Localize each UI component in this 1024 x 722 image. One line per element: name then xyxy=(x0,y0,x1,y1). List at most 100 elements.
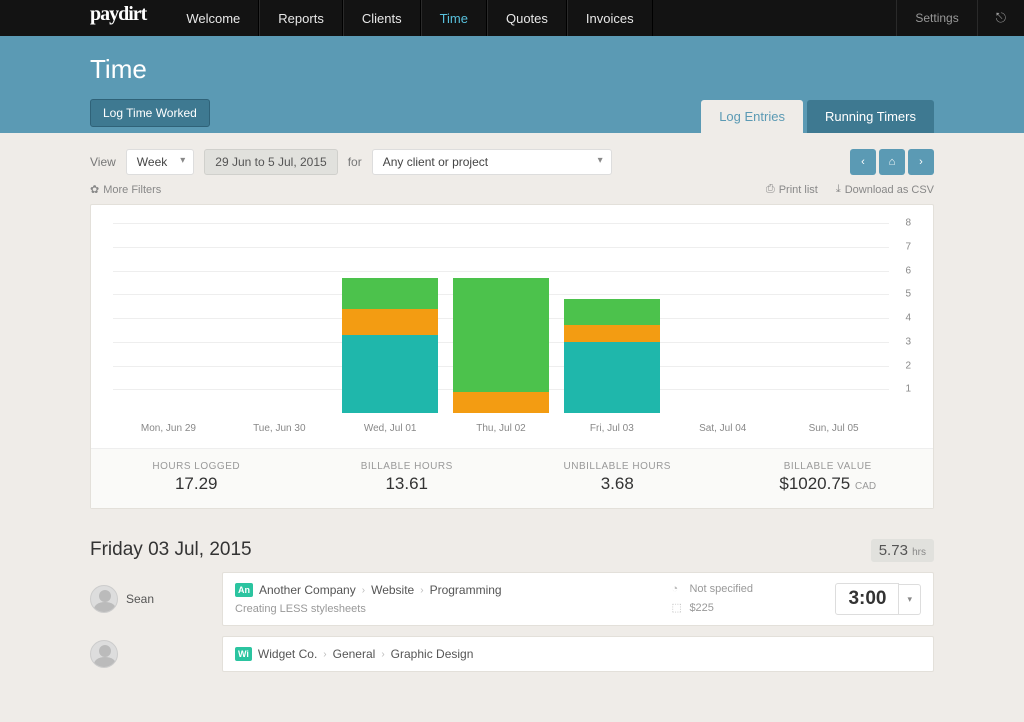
chevron-right-icon: › xyxy=(323,649,326,660)
day-total: 5.73 hrs xyxy=(871,539,934,562)
stat-label: UNBILLABLE HOURS xyxy=(512,461,723,472)
more-filters-link[interactable]: ✿More Filters xyxy=(90,183,161,196)
logout-icon[interactable]: ⎋ xyxy=(977,0,1024,36)
client-badge: Wi xyxy=(235,647,252,661)
bar-col xyxy=(224,223,335,413)
x-axis: Mon, Jun 29Tue, Jun 30Wed, Jul 01Thu, Ju… xyxy=(113,417,889,448)
stat-value: $1020.75 CAD xyxy=(723,474,934,494)
bar-segment-teal xyxy=(342,335,437,413)
day-title: Friday 03 Jul, 2015 xyxy=(90,539,252,561)
download-csv-link[interactable]: ⤓Download as CSV xyxy=(836,183,934,196)
prev-button[interactable]: ‹ xyxy=(850,149,876,175)
logo: paydirt xyxy=(0,0,168,36)
y-tick: 6 xyxy=(905,265,911,276)
nav-clients[interactable]: Clients xyxy=(343,0,421,36)
entry-description: Creating LESS stylesheets xyxy=(235,603,657,615)
stat-value: 13.61 xyxy=(302,474,513,494)
breadcrumb-part[interactable]: Graphic Design xyxy=(391,647,474,661)
bar-col xyxy=(335,223,446,413)
client-select[interactable]: Any client or project xyxy=(372,149,612,175)
stat-value: 3.68 xyxy=(512,474,723,494)
clock-icon: ◔ xyxy=(671,583,683,595)
breadcrumb-part[interactable]: Widget Co. xyxy=(258,647,317,661)
top-nav: paydirt WelcomeReportsClientsTimeQuotesI… xyxy=(0,0,1024,36)
entry-duration[interactable]: 3:00 xyxy=(835,583,899,615)
for-label: for xyxy=(348,155,362,169)
chart-card: 12345678 Mon, Jun 29Tue, Jun 30Wed, Jul … xyxy=(90,204,934,509)
nav-settings[interactable]: Settings xyxy=(896,0,976,36)
breadcrumb-part[interactable]: General xyxy=(333,647,376,661)
bar-col xyxy=(446,223,557,413)
avatar xyxy=(90,585,118,613)
stat-label: BILLABLE HOURS xyxy=(302,461,513,472)
user-name: Sean xyxy=(126,592,154,606)
y-tick: 4 xyxy=(905,313,911,324)
bar-segment-orange xyxy=(453,392,548,413)
nav-welcome[interactable]: Welcome xyxy=(168,0,259,36)
tabs: Log Entries Running Timers xyxy=(701,100,934,133)
nav-time[interactable]: Time xyxy=(421,0,487,36)
hours-chart: 12345678 xyxy=(113,223,911,413)
breadcrumb-part[interactable]: Website xyxy=(371,583,414,597)
bar-segment-green xyxy=(564,299,659,325)
stat: BILLABLE VALUE $1020.75 CAD xyxy=(723,449,934,508)
filter-toolbar: View Week 29 Jun to 5 Jul, 2015 for Any … xyxy=(90,149,934,175)
bar-segment-green xyxy=(342,278,437,309)
gear-icon: ✿ xyxy=(90,183,99,196)
tab-log-entries[interactable]: Log Entries xyxy=(701,100,803,133)
sub-toolbar: ✿More Filters ⎙Print list ⤓Download as C… xyxy=(90,183,934,196)
avatar xyxy=(90,640,118,668)
nav-quotes[interactable]: Quotes xyxy=(487,0,567,36)
x-tick: Thu, Jul 02 xyxy=(446,417,557,448)
y-tick: 7 xyxy=(905,241,911,252)
stats-row: HOURS LOGGED17.29BILLABLE HOURS 13.61 UNBI… xyxy=(91,448,933,508)
print-icon: ⎙ xyxy=(766,183,775,196)
view-select[interactable]: Week xyxy=(126,149,194,175)
day-header: Friday 03 Jul, 2015 5.73 hrs xyxy=(90,539,934,562)
breadcrumb[interactable]: An Another Company › Website › Programming xyxy=(235,583,657,597)
y-tick: 5 xyxy=(905,289,911,300)
chevron-right-icon: › xyxy=(362,585,365,596)
log-time-button[interactable]: Log Time Worked xyxy=(90,99,210,127)
breadcrumb-part[interactable]: Programming xyxy=(430,583,502,597)
stat: HOURS LOGGED17.29 xyxy=(91,449,302,508)
x-tick: Mon, Jun 29 xyxy=(113,417,224,448)
bar-col xyxy=(556,223,667,413)
date-range[interactable]: 29 Jun to 5 Jul, 2015 xyxy=(204,149,337,175)
breadcrumb-part[interactable]: Another Company xyxy=(259,583,356,597)
nav-reports[interactable]: Reports xyxy=(259,0,343,36)
entry-amount: $225 xyxy=(689,602,713,614)
money-icon: ⬚ xyxy=(671,601,683,614)
x-tick: Fri, Jul 03 xyxy=(556,417,667,448)
client-badge: An xyxy=(235,583,253,597)
bar-col xyxy=(667,223,778,413)
y-tick: 8 xyxy=(905,218,911,229)
bar-col xyxy=(113,223,224,413)
chevron-right-icon: › xyxy=(381,649,384,660)
duration-menu-button[interactable]: ▾ xyxy=(899,584,921,615)
breadcrumb[interactable]: Wi Widget Co. › General › Graphic Design xyxy=(235,647,757,661)
next-button[interactable]: › xyxy=(908,149,934,175)
y-tick: 1 xyxy=(905,384,911,395)
time-entry: Wi Widget Co. › General › Graphic Design xyxy=(90,636,934,672)
print-link[interactable]: ⎙Print list xyxy=(766,183,818,196)
download-icon: ⤓ xyxy=(836,183,841,196)
nav-invoices[interactable]: Invoices xyxy=(567,0,653,36)
view-label: View xyxy=(90,155,116,169)
x-tick: Sat, Jul 04 xyxy=(667,417,778,448)
time-entry: Sean An Another Company › Website › Programmin… xyxy=(90,572,934,626)
chevron-right-icon: › xyxy=(420,585,423,596)
entry-when: Not specified xyxy=(689,583,753,595)
stat-value: 17.29 xyxy=(91,474,302,494)
page-title: Time xyxy=(90,54,934,85)
bar-segment-orange xyxy=(564,325,659,342)
bar-col xyxy=(778,223,889,413)
x-tick: Sun, Jul 05 xyxy=(778,417,889,448)
stat-label: BILLABLE VALUE xyxy=(723,461,934,472)
home-button[interactable]: ⌂ xyxy=(879,149,905,175)
entry-meta: ◔ Not specified ⬚ $225 xyxy=(671,583,821,614)
bar-segment-teal xyxy=(564,342,659,413)
stat: BILLABLE HOURS 13.61 xyxy=(302,449,513,508)
tab-running-timers[interactable]: Running Timers xyxy=(807,100,934,133)
bar-segment-green xyxy=(453,278,548,392)
